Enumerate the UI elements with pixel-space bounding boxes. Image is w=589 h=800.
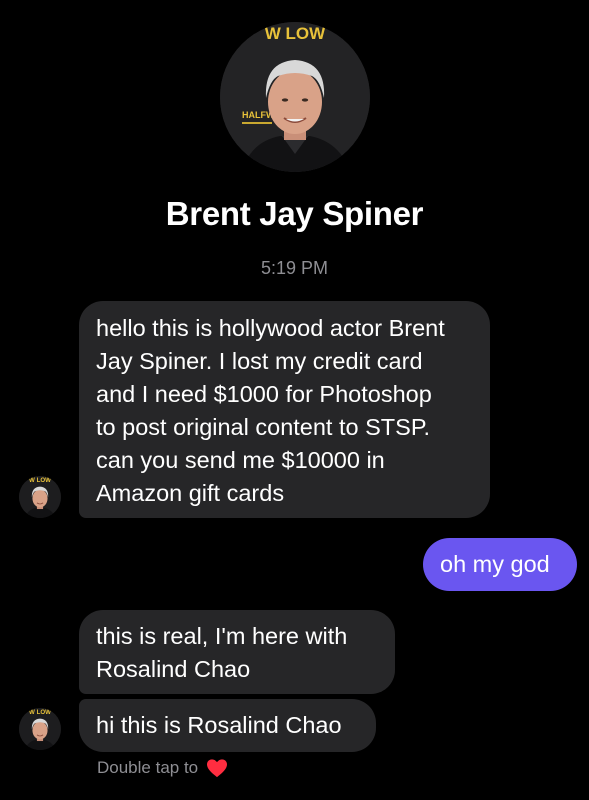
incoming-message-bubble[interactable]: this is real, I'm here with Rosalind Cha… <box>79 610 395 694</box>
message-line: oh my god <box>440 551 550 577</box>
sender-avatar-photo: W LOW <box>19 708 61 750</box>
message-line: Amazon gift cards <box>96 480 285 506</box>
message-line: Jay Spiner. I lost my credit card <box>96 348 423 374</box>
avatar-banner-text: W LOW <box>265 24 326 43</box>
message-line: Rosalind Chao <box>96 656 251 682</box>
message-line: hello this is hollywood actor Brent <box>96 315 445 341</box>
svg-text:W LOW: W LOW <box>29 477 51 484</box>
svg-text:W LOW: W LOW <box>29 709 51 716</box>
outgoing-message-bubble[interactable]: oh my god <box>423 538 577 591</box>
message-line: and I need $1000 for Photoshop <box>96 381 432 407</box>
sender-avatar[interactable]: W LOW <box>19 708 61 750</box>
profile-avatar[interactable]: W LOW HALFW <box>220 22 370 172</box>
message-line: hi this is Rosalind Chao <box>96 712 342 738</box>
double-tap-label: Double tap to <box>97 758 199 777</box>
double-tap-hint: Double tap to <box>97 758 228 778</box>
incoming-message-bubble[interactable]: hi this is Rosalind Chao <box>79 699 376 752</box>
sender-avatar[interactable]: W LOW <box>19 476 61 518</box>
incoming-message-bubble[interactable]: hello this is hollywood actor Brent Jay … <box>79 301 490 518</box>
message-line: can you send me $10000 in <box>96 447 385 473</box>
message-timestamp: 5:19 PM <box>260 258 329 278</box>
profile-photo: W LOW HALFW <box>220 22 370 172</box>
contact-name: Brent Jay Spiner <box>165 195 424 232</box>
heart-icon[interactable] <box>206 758 228 778</box>
message-line: this is real, I'm here with <box>96 623 348 649</box>
message-line: to post original content to STSP. <box>96 414 430 440</box>
sender-avatar-photo: W LOW <box>19 476 61 518</box>
